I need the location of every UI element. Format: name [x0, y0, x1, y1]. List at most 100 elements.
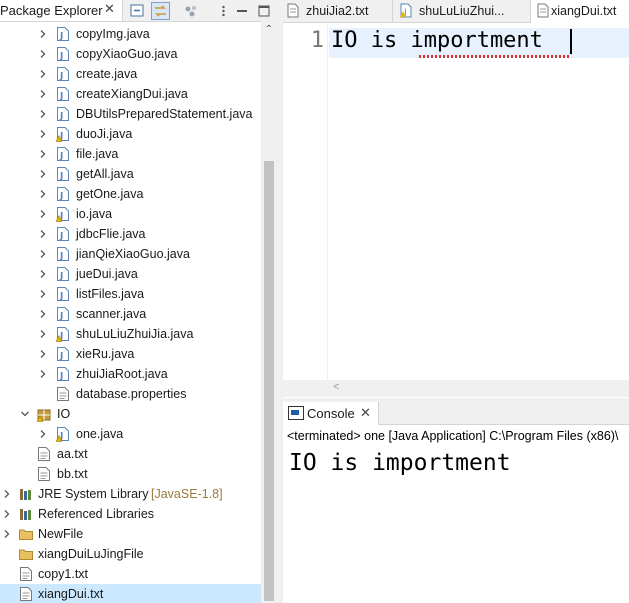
- tree-item[interactable]: Jcreate.java: [0, 64, 261, 84]
- svg-text:J: J: [59, 172, 63, 182]
- chevron-right-icon[interactable]: [38, 107, 48, 121]
- project-tree: JcopyImg.java JcopyXiaoGuo.java Jcreate.ja…: [0, 21, 261, 603]
- editor-text[interactable]: IO is importment: [331, 28, 543, 53]
- console-view: Console ✕ <terminated> one [Java Applica…: [283, 402, 629, 603]
- library-icon: [18, 506, 34, 522]
- chevron-right-icon[interactable]: [38, 47, 48, 61]
- tree-item-label: copyXiaoGuo.java: [76, 47, 178, 61]
- tree-item-label: createXiangDui.java: [76, 87, 188, 101]
- close-icon[interactable]: ✕: [104, 1, 115, 17]
- chevron-right-icon[interactable]: [38, 67, 48, 81]
- tree-item[interactable]: Jone.java: [0, 424, 261, 444]
- tree-item-decoration: [JavaSE-1.8]: [151, 487, 223, 501]
- scroll-left-icon[interactable]: <: [333, 381, 339, 393]
- chevron-right-icon[interactable]: [38, 27, 48, 41]
- chevron-right-icon[interactable]: [2, 487, 12, 501]
- tree-item[interactable]: JshuLuLiuZhuiJia.java: [0, 324, 261, 344]
- tree-item[interactable]: xiangDuiLuJingFile: [0, 544, 261, 564]
- tree-item[interactable]: Jfile.java: [0, 144, 261, 164]
- link-with-editor-icon[interactable]: [151, 2, 170, 20]
- package-explorer-view: Package Explorer ✕ JcopyImg.java JcopyXia…: [0, 0, 277, 603]
- editor-tab-zhuijia2[interactable]: zhuiJia2.txt: [283, 0, 393, 22]
- java-file-icon: J: [55, 146, 71, 162]
- chevron-right-icon[interactable]: [38, 227, 48, 241]
- chevron-right-icon[interactable]: [38, 207, 48, 221]
- svg-text:J: J: [59, 252, 63, 262]
- tree-item[interactable]: JduoJi.java: [0, 124, 261, 144]
- chevron-right-icon[interactable]: [38, 347, 48, 361]
- chevron-right-icon[interactable]: [2, 507, 12, 521]
- tree-item-label: listFiles.java: [76, 287, 145, 301]
- chevron-down-icon[interactable]: [20, 407, 30, 421]
- minimize-icon[interactable]: [233, 2, 252, 20]
- tree-item[interactable]: xiangDui.txt: [0, 584, 261, 603]
- svg-text:J: J: [59, 292, 63, 302]
- editor-horizontal-scrollbar[interactable]: <: [283, 380, 629, 397]
- spelling-error-underline: [419, 55, 569, 58]
- chevron-right-icon[interactable]: [38, 427, 48, 441]
- tree-item[interactable]: database.properties: [0, 384, 261, 404]
- text-file-icon: [537, 3, 549, 18]
- editor-tab-bar: zhuiJia2.txt J shuLuLiuZhui... xiangDui.…: [283, 0, 629, 23]
- package-icon: [36, 406, 52, 422]
- tree-item[interactable]: JjueDui.java: [0, 264, 261, 284]
- svg-text:J: J: [59, 232, 63, 242]
- editor-tab-xiangdui[interactable]: xiangDui.txt: [531, 0, 629, 23]
- tree-item[interactable]: copy1.txt: [0, 564, 261, 584]
- console-output[interactable]: IO is importment: [289, 450, 511, 476]
- tree-item[interactable]: bb.txt: [0, 464, 261, 484]
- close-icon[interactable]: ✕: [360, 405, 371, 421]
- chevron-right-icon[interactable]: [38, 307, 48, 321]
- scrollbar-thumb[interactable]: [264, 161, 274, 601]
- tree-item[interactable]: aa.txt: [0, 444, 261, 464]
- view-menu-icon[interactable]: [214, 2, 233, 20]
- tree-item[interactable]: JRE System Library [JavaSE-1.8]: [0, 484, 261, 504]
- maximize-icon[interactable]: [255, 2, 274, 20]
- chevron-right-icon[interactable]: [38, 327, 48, 341]
- chevron-right-icon[interactable]: [38, 127, 48, 141]
- tree-item[interactable]: JcreateXiangDui.java: [0, 84, 261, 104]
- console-title: Console: [307, 406, 355, 421]
- chevron-right-icon[interactable]: [38, 147, 48, 161]
- tree-item[interactable]: JgetOne.java: [0, 184, 261, 204]
- svg-text:J: J: [59, 72, 63, 82]
- tree-item[interactable]: J DBUtilsPreparedStatement.java: [0, 104, 261, 124]
- chevron-right-icon[interactable]: [38, 247, 48, 261]
- scroll-up-icon[interactable]: ⌃: [261, 21, 277, 38]
- tree-item[interactable]: JjdbcFlie.java: [0, 224, 261, 244]
- tree-item-label: xieRu.java: [76, 347, 135, 361]
- chevron-right-icon[interactable]: [38, 267, 48, 281]
- tree-item-label: zhuiJiaRoot.java: [76, 367, 168, 381]
- tree-item[interactable]: Referenced Libraries: [0, 504, 261, 524]
- text-file-icon: [18, 586, 34, 602]
- tree-item[interactable]: JjianQieXiaoGuo.java: [0, 244, 261, 264]
- chevron-right-icon[interactable]: [38, 87, 48, 101]
- tree-item-label: scanner.java: [76, 307, 147, 321]
- focus-icon[interactable]: [182, 2, 201, 20]
- chevron-right-icon[interactable]: [38, 167, 48, 181]
- tree-item[interactable]: Jio.java: [0, 204, 261, 224]
- java-file-icon: J: [55, 66, 71, 82]
- tree-item[interactable]: JgetAll.java: [0, 164, 261, 184]
- tree-item[interactable]: JcopyImg.java: [0, 24, 261, 44]
- tree-item[interactable]: IO: [0, 404, 261, 424]
- explorer-scrollbar[interactable]: ⌃: [261, 21, 277, 603]
- tree-item-label: NewFile: [38, 527, 84, 541]
- chevron-right-icon[interactable]: [38, 367, 48, 381]
- java-file-icon: J: [55, 26, 71, 42]
- tree-item[interactable]: NewFile: [0, 524, 261, 544]
- chevron-right-icon[interactable]: [2, 527, 12, 541]
- chevron-right-icon[interactable]: [38, 187, 48, 201]
- editor-tab-shululiuzhuijia[interactable]: J shuLuLiuZhui...: [393, 0, 531, 22]
- tree-item[interactable]: JzhuiJiaRoot.java: [0, 364, 261, 384]
- chevron-right-icon[interactable]: [38, 287, 48, 301]
- tree-item[interactable]: JlistFiles.java: [0, 284, 261, 304]
- properties-file-icon: [55, 386, 71, 402]
- tree-item[interactable]: Jscanner.java: [0, 304, 261, 324]
- editor-body[interactable]: 1 IO is importment: [283, 23, 629, 380]
- console-tab[interactable]: Console ✕: [283, 402, 379, 425]
- tree-item[interactable]: JxieRu.java: [0, 344, 261, 364]
- tree-item[interactable]: JcopyXiaoGuo.java: [0, 44, 261, 64]
- collapse-all-icon[interactable]: [128, 2, 147, 20]
- package-explorer-tab[interactable]: Package Explorer ✕: [0, 0, 123, 21]
